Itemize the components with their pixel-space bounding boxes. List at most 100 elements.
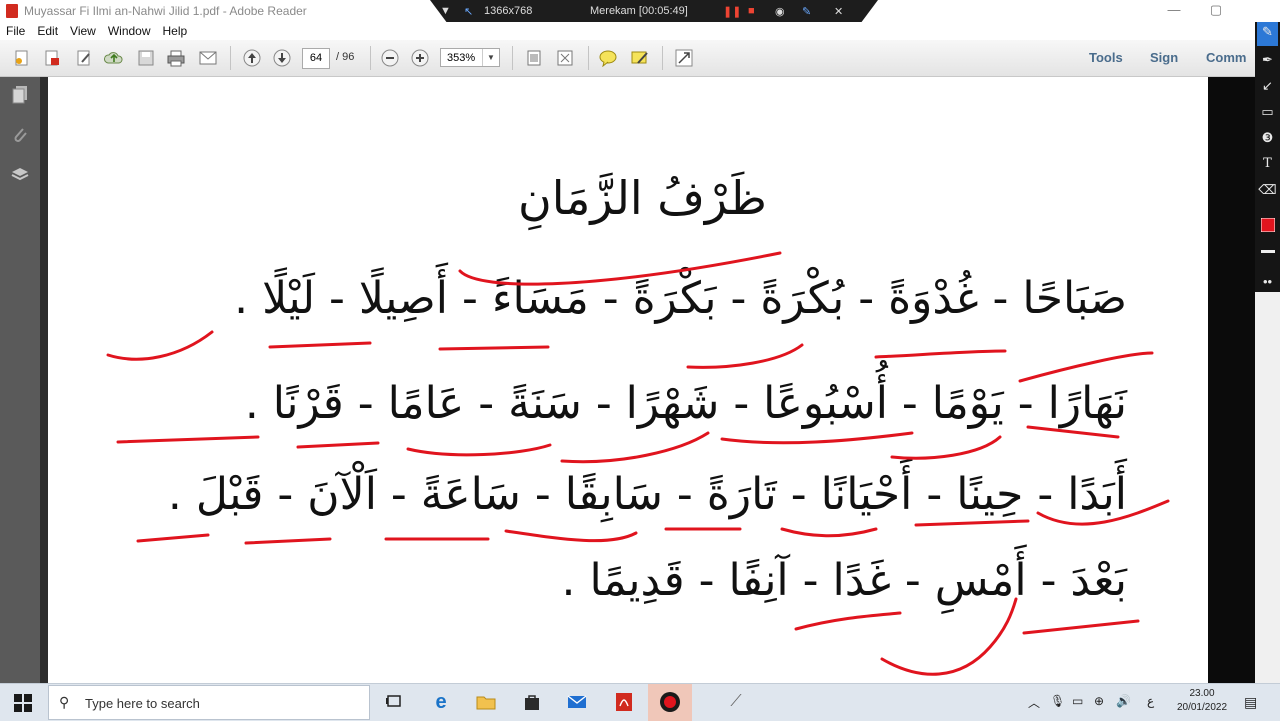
zoom-level-value: 353% <box>447 52 476 64</box>
clock-time: 23.00 <box>1189 688 1215 699</box>
recorder-resolution: 1366x768 <box>484 5 533 17</box>
edge-browser-icon[interactable]: e <box>427 689 455 715</box>
document-area[interactable]: ظَرْفُ الزَّمَانِ صَبَاحًا - غُدْوَةً - … <box>40 77 1255 683</box>
windows-taskbar: ⚲ Type here to search e ⟋ ︿ 🎙 ▭ ⊕ 🔊 ع 23… <box>0 683 1280 721</box>
menu-window[interactable]: Window <box>102 22 157 38</box>
menu-edit[interactable]: Edit <box>31 22 64 38</box>
print-icon[interactable] <box>166 48 186 68</box>
full-screen-icon[interactable] <box>555 48 575 68</box>
search-placeholder: Type here to search <box>85 696 200 711</box>
menu-help[interactable]: Help <box>157 22 194 38</box>
upload-cloud-icon[interactable] <box>104 48 124 68</box>
underline-sabah <box>1018 351 1154 383</box>
underline-sanah <box>406 443 552 457</box>
sticky-note-icon[interactable] <box>598 48 618 68</box>
battery-icon[interactable]: ▭ <box>1072 694 1083 708</box>
taskbar-search[interactable]: ⚲ Type here to search <box>48 685 370 720</box>
sign-link[interactable]: Sign <box>1150 50 1178 65</box>
arrow-tool-icon[interactable]: ↙ <box>1257 76 1278 96</box>
search-icon: ⚲ <box>59 694 70 710</box>
convert-pdf-icon[interactable] <box>42 48 62 68</box>
microphone-icon[interactable]: 🎙 <box>1050 694 1065 708</box>
underline-yaum <box>890 435 1002 460</box>
maximize-button[interactable]: ▢ <box>1202 2 1230 18</box>
chevron-down-icon[interactable]: ▼ <box>482 49 499 66</box>
email-icon[interactable] <box>198 48 218 68</box>
screen-recorder-bar: ▼ ↖ 1366x768 Merekam [00:05:49] ❚❚ ■ ◉ ✎… <box>430 0 878 24</box>
adobe-reader-icon <box>6 4 18 18</box>
underline-bakrah <box>686 343 804 369</box>
collapse-icon[interactable]: ▼ <box>440 5 451 17</box>
recorder-status: Merekam [00:05:49] <box>590 5 688 17</box>
pen-icon[interactable]: ✎ <box>802 5 811 18</box>
line-width-icon[interactable] <box>1257 244 1278 264</box>
underline-masa <box>438 345 550 351</box>
camera-icon[interactable]: ◉ <box>775 5 785 18</box>
recorder-taskbar-button[interactable] <box>648 684 692 721</box>
underline-ahyanan <box>780 527 878 538</box>
show-hidden-icons-icon[interactable]: ︿ <box>1028 694 1040 711</box>
annotation-toolbar: ✎ ✒ ↙ ▭ ❸ T ⌫ •• <box>1255 22 1280 292</box>
tools-link[interactable]: Tools <box>1089 50 1123 65</box>
mail-icon[interactable] <box>563 689 591 715</box>
network-icon[interactable]: ⊕ <box>1094 694 1104 708</box>
attachments-icon[interactable] <box>10 125 30 145</box>
input-language[interactable]: ع <box>1147 694 1154 708</box>
layers-icon[interactable] <box>10 165 30 185</box>
pause-icon[interactable]: ❚❚ <box>723 5 741 18</box>
page-total: / 96 <box>336 51 355 63</box>
marker-tool-icon[interactable]: ✒ <box>1257 50 1278 70</box>
eraser-tool-icon[interactable]: ⌫ <box>1257 180 1278 200</box>
zoom-out-icon[interactable] <box>380 48 400 68</box>
text-tool-icon[interactable]: T <box>1257 154 1278 174</box>
underline-abadan <box>1036 499 1170 526</box>
edit-pdf-icon[interactable] <box>74 48 94 68</box>
page-number-input[interactable]: 64 <box>302 48 330 69</box>
zoom-level-select[interactable]: 353% ▼ <box>440 48 500 67</box>
previous-page-icon[interactable] <box>242 48 262 68</box>
underline-hinan <box>914 519 1030 527</box>
page-thumbnails-icon[interactable] <box>10 85 30 105</box>
underline-usbu <box>720 431 914 445</box>
underline-alan <box>244 537 332 545</box>
more-tools-icon[interactable]: •• <box>1257 272 1278 292</box>
underline-ashil <box>268 341 372 349</box>
acrobat-reader-taskbar-icon[interactable] <box>610 689 638 715</box>
main-toolbar: 64 / 96 353% ▼ Tools Sign Comm <box>0 40 1255 77</box>
underline-sabiqan <box>504 529 638 543</box>
expand-icon[interactable] <box>674 48 694 68</box>
fit-page-icon[interactable] <box>524 48 544 68</box>
cursor-icon: ↖ <box>464 6 474 18</box>
stop-icon[interactable]: ■ <box>748 5 755 17</box>
comment-link[interactable]: Comm <box>1206 50 1246 65</box>
menu-file[interactable]: File <box>0 22 31 38</box>
pen-tool-icon[interactable]: ✎ <box>1257 22 1278 46</box>
store-icon[interactable] <box>518 689 546 715</box>
pen-annotations <box>106 251 1170 676</box>
underline-lail <box>106 330 214 361</box>
notifications-icon[interactable]: ▤ <box>1244 694 1257 711</box>
minimize-button[interactable]: — <box>1160 2 1188 17</box>
file-explorer-icon[interactable] <box>472 689 500 715</box>
zoom-in-icon[interactable] <box>410 48 430 68</box>
menu-view[interactable]: View <box>64 22 102 38</box>
counter-tool-icon[interactable]: ❸ <box>1257 128 1278 148</box>
rectangle-tool-icon[interactable]: ▭ <box>1257 102 1278 122</box>
underline-title <box>458 251 782 286</box>
drag-cursor-icon: ⟋ <box>730 693 742 710</box>
system-clock[interactable]: 23.00 20/01/2022 <box>1170 687 1234 715</box>
create-pdf-icon[interactable] <box>12 48 32 68</box>
task-view-icon[interactable] <box>380 689 408 715</box>
start-button[interactable] <box>0 684 46 721</box>
volume-icon[interactable]: 🔊 <box>1116 694 1131 708</box>
save-icon[interactable] <box>136 48 156 68</box>
underline-bada <box>1022 619 1140 635</box>
color-picker-icon[interactable] <box>1257 217 1278 238</box>
underline-amsi <box>880 597 1018 676</box>
toolbar-separator <box>230 46 231 70</box>
highlight-icon[interactable] <box>630 48 650 68</box>
close-recorder-icon[interactable]: ✕ <box>834 5 843 18</box>
window-title: Muyassar Fi Ilmi an-Nahwi Jilid 1.pdf - … <box>24 4 307 18</box>
next-page-icon[interactable] <box>272 48 292 68</box>
toolbar-separator <box>662 46 663 70</box>
